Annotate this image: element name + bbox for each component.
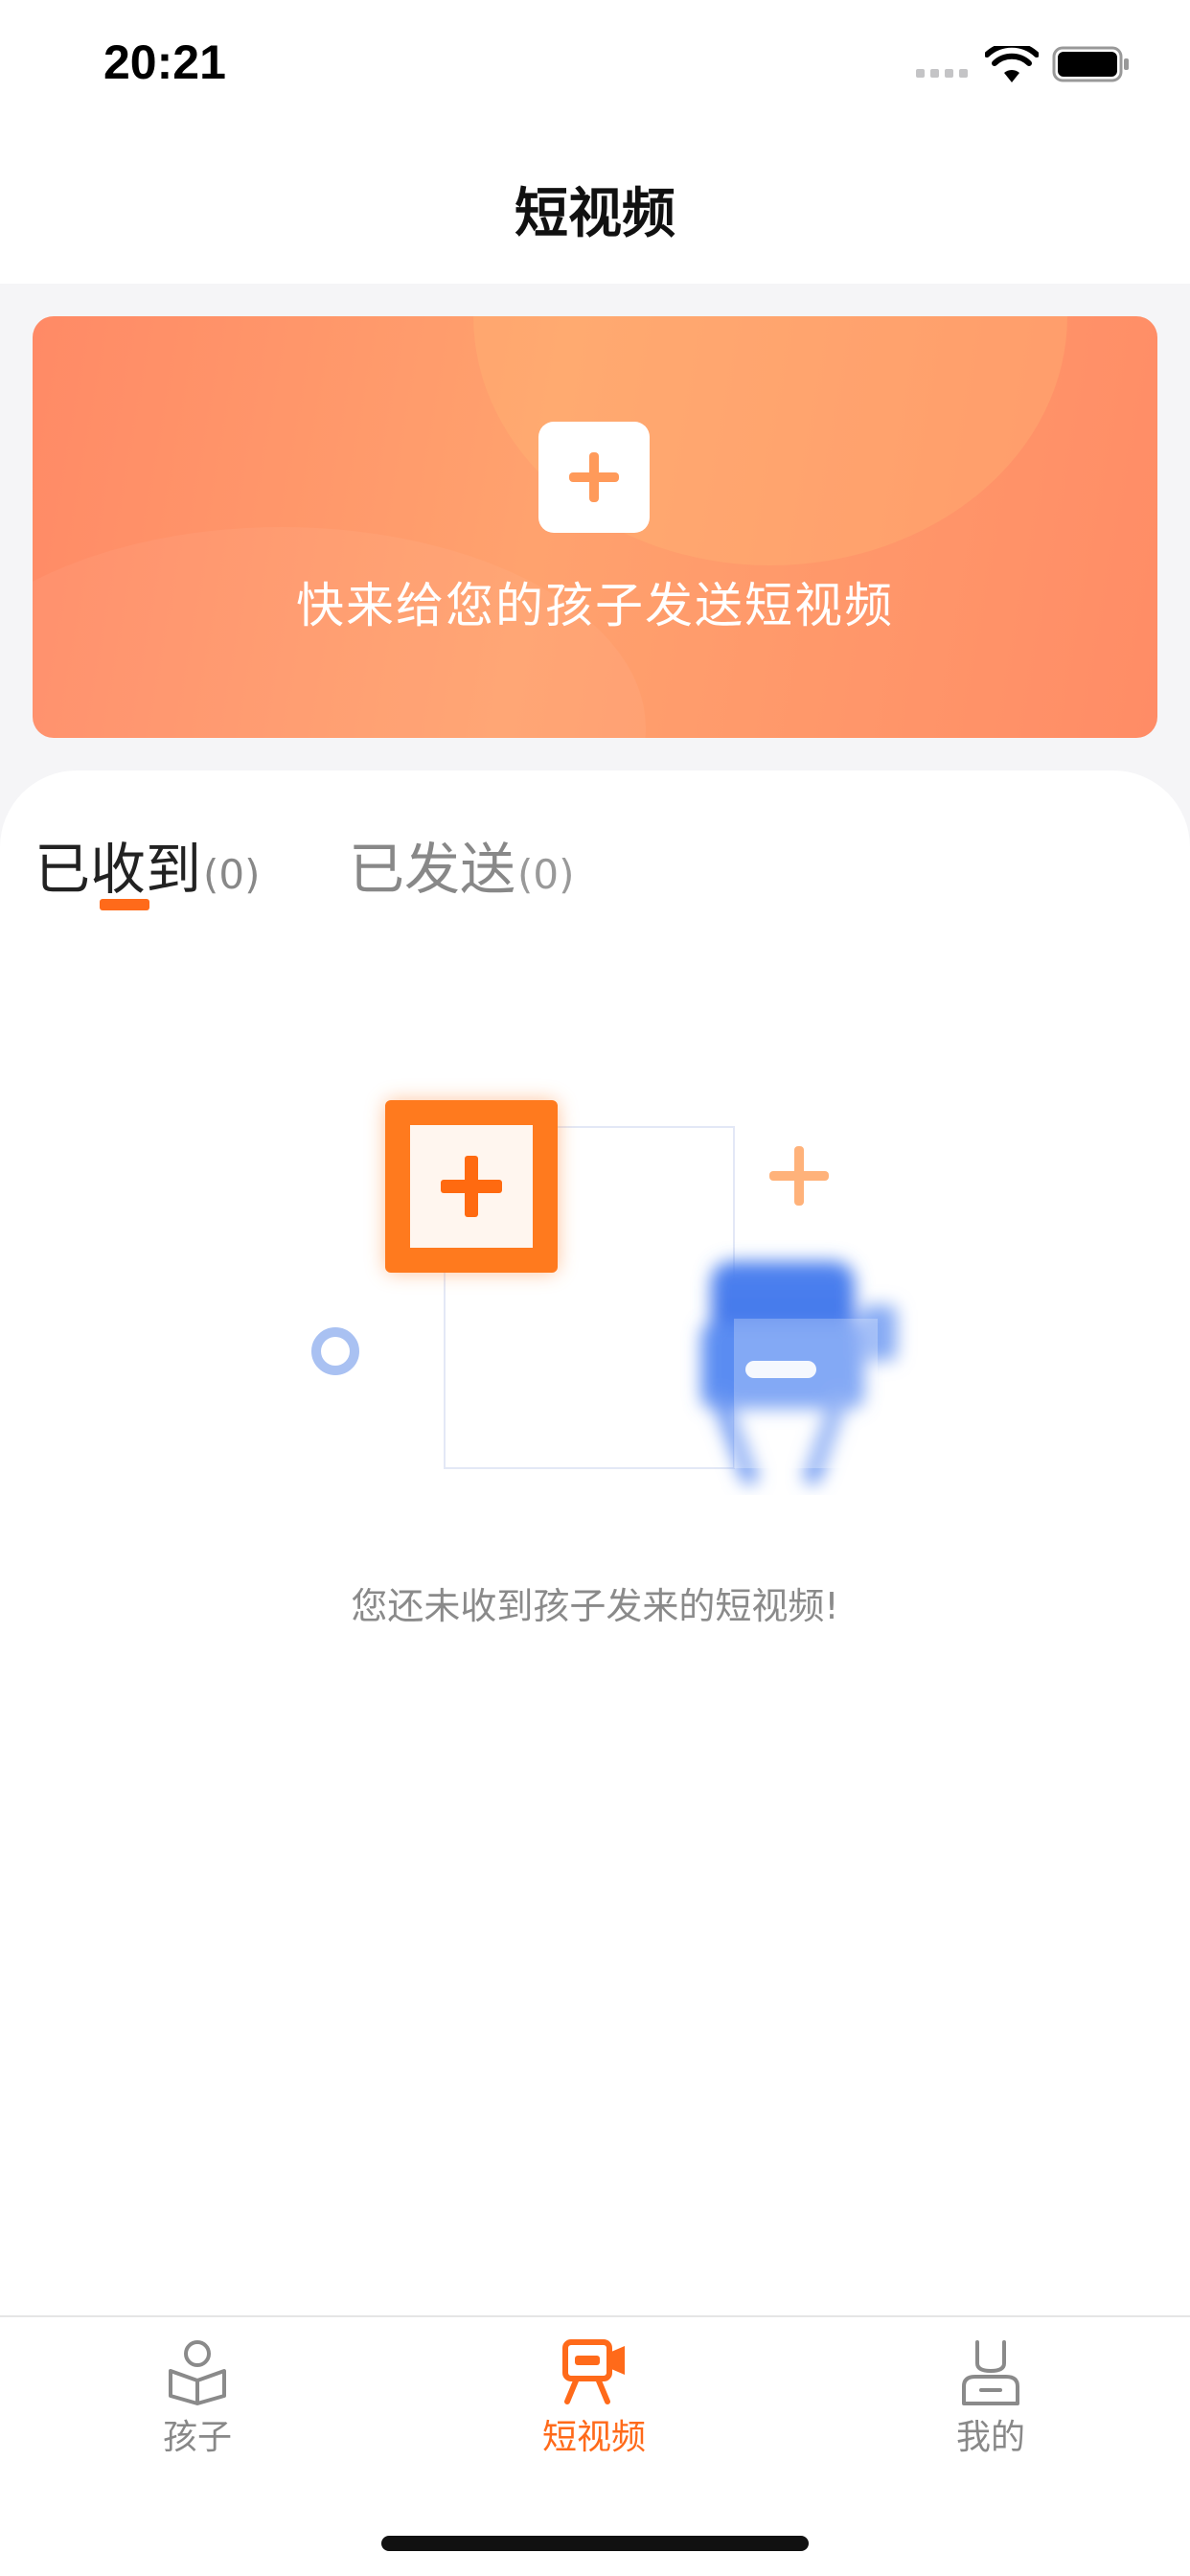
content-card: 已收到 (0) 已发送 (0) [0, 770, 1190, 2315]
tab-count: (0) [203, 851, 261, 898]
status-bar: 20:21 [0, 0, 1190, 134]
tabbar-item-mine[interactable]: 我的 [895, 2336, 1087, 2471]
tabbar-label: 我的 [955, 2418, 1025, 2457]
wifi-icon [985, 46, 1039, 82]
status-time: 20:21 [103, 35, 226, 89]
nav-bar: 短视频 [0, 134, 1190, 284]
tabbar-label: 短视频 [541, 2418, 646, 2457]
tab-label: 已收到 [34, 837, 202, 902]
empty-state-message: 您还未收到孩子发来的短视频! [351, 1585, 839, 1627]
tabbar-label: 孩子 [162, 2418, 232, 2457]
profile-icon [962, 2340, 1019, 2405]
plus-icon [569, 452, 619, 502]
tab-sent[interactable]: 已发送 (0) [349, 824, 575, 902]
tabbar-item-child[interactable]: 孩子 [102, 2336, 293, 2471]
signal-dots-icon [916, 69, 968, 78]
child-reading-icon [169, 2340, 226, 2405]
tabbar-item-video[interactable]: 短视频 [498, 2336, 690, 2471]
home-indicator[interactable] [381, 2536, 809, 2551]
add-video-button[interactable] [538, 422, 650, 533]
tab-count: (0) [517, 851, 575, 898]
video-camera-icon [562, 2339, 625, 2404]
battery-icon [1052, 46, 1129, 82]
banner-text: 快来给您的孩子发送短视频 [296, 578, 894, 633]
tab-label: 已发送 [349, 837, 516, 902]
page-title: 短视频 [515, 183, 675, 245]
send-video-banner[interactable]: 快来给您的孩子发送短视频 [33, 316, 1157, 738]
tab-received[interactable]: 已收到 (0) [34, 824, 261, 902]
empty-video-illustration [311, 1100, 897, 1484]
active-tab-indicator [100, 899, 149, 910]
